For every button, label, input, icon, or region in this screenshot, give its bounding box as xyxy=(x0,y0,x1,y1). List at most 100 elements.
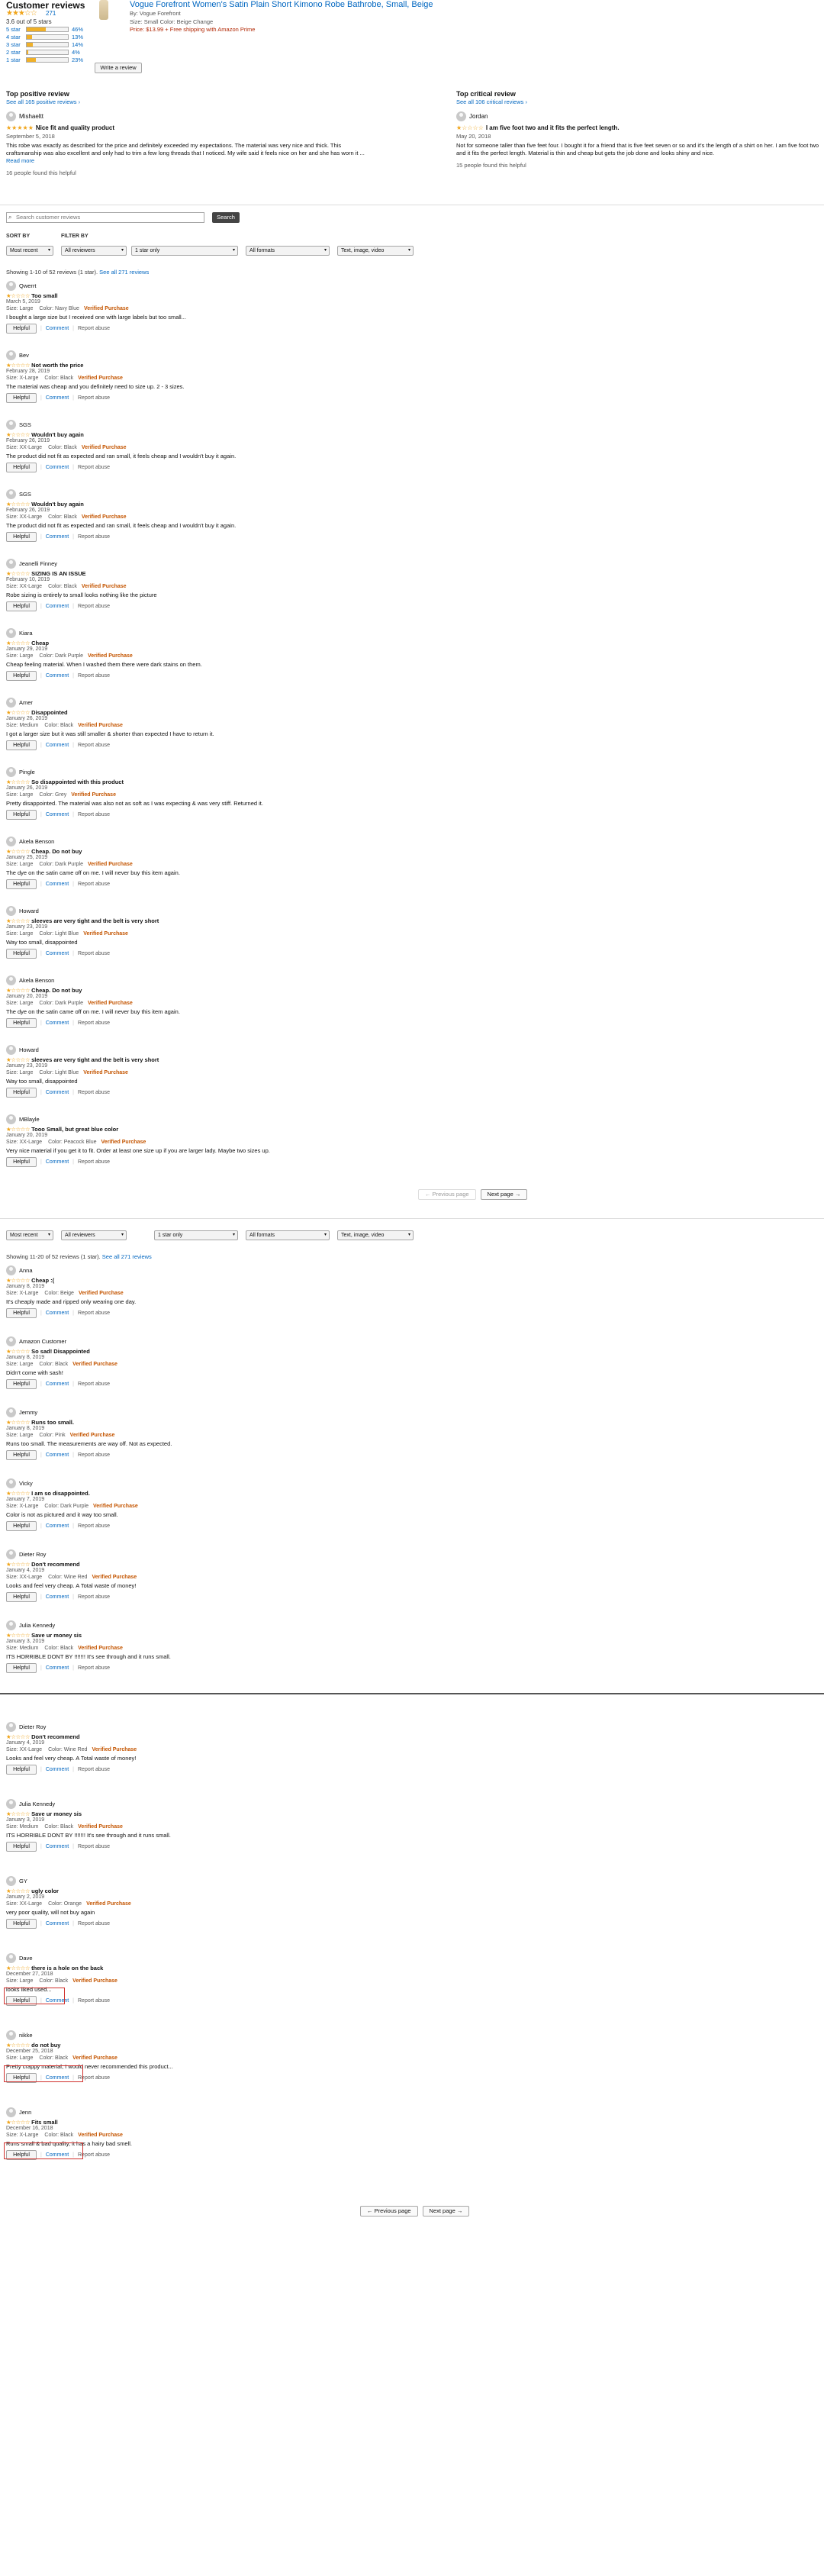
review-title[interactable]: SIZING IS AN ISSUE xyxy=(31,570,85,577)
report-abuse-link[interactable]: Report abuse xyxy=(78,465,110,470)
review-title[interactable]: Cheap xyxy=(31,640,49,646)
reviewer-name[interactable]: Julia Kennedy xyxy=(19,1622,55,1629)
report-abuse-link[interactable]: Report abuse xyxy=(78,1844,110,1849)
star-rating[interactable]: ★☆☆☆☆ xyxy=(6,1561,31,1568)
comment-link[interactable]: Comment xyxy=(46,1665,69,1671)
histogram-percent[interactable]: 13% xyxy=(72,34,89,40)
comment-link[interactable]: Comment xyxy=(46,673,69,679)
reviewer-name[interactable]: GY xyxy=(19,1878,27,1884)
review-title[interactable]: Not worth the price xyxy=(31,362,83,369)
report-abuse-link[interactable]: Report abuse xyxy=(78,1594,110,1600)
review-title[interactable]: Save ur money sis xyxy=(31,1632,82,1639)
total-rating-count[interactable]: 271 xyxy=(46,10,56,17)
star-rating[interactable]: ★☆☆☆☆ xyxy=(6,1733,31,1740)
reviewer-name[interactable]: Kiara xyxy=(19,630,33,637)
histogram-percent[interactable]: 23% xyxy=(72,56,89,63)
star-rating[interactable]: ★☆☆☆☆ xyxy=(6,570,31,577)
star-rating[interactable]: ★☆☆☆☆ xyxy=(6,2119,31,2126)
review-color[interactable]: Color: Wine Red xyxy=(48,1575,87,1580)
report-abuse-link[interactable]: Report abuse xyxy=(78,395,110,401)
star-rating[interactable]: ★☆☆☆☆ xyxy=(6,2042,31,2049)
review-title[interactable]: I am so disappointed. xyxy=(31,1490,90,1497)
reviewer-name[interactable]: Mishaeltt xyxy=(19,113,43,120)
review-size[interactable]: Size: X-Large xyxy=(6,1291,38,1296)
reviewer-name[interactable]: MBlayle xyxy=(19,1116,40,1123)
review-size[interactable]: Size: XX-Large xyxy=(6,1747,42,1752)
format-filter-dropdown[interactable]: All formats ▾ xyxy=(246,1230,330,1240)
comment-link[interactable]: Comment xyxy=(46,534,69,540)
histogram-row[interactable]: 4 star 13% xyxy=(6,34,89,40)
helpful-button[interactable]: Helpful xyxy=(6,1018,37,1028)
review-color[interactable]: Color: Pink xyxy=(39,1433,65,1438)
review-color[interactable]: Color: Dark Purple xyxy=(39,862,83,867)
sort-dropdown[interactable]: Most recent ▾ xyxy=(6,1230,53,1240)
star-rating[interactable]: ★☆☆☆☆ xyxy=(6,501,31,508)
review-size[interactable]: Size: Large xyxy=(6,1001,33,1006)
see-critical-reviews-link[interactable]: See all 106 critical reviews › xyxy=(456,98,822,105)
comment-link[interactable]: Comment xyxy=(46,395,69,401)
review-size[interactable]: Size: XX-Large xyxy=(6,514,42,520)
star-rating[interactable]: ★☆☆☆☆ xyxy=(6,1490,31,1497)
next-page-button[interactable]: Next page → xyxy=(480,1189,528,1200)
review-color[interactable]: Color: Peacock Blue xyxy=(48,1140,96,1145)
review-size[interactable]: Size: Large xyxy=(6,792,33,798)
reviewer-filter-dropdown[interactable]: All reviewers ▾ xyxy=(61,1230,127,1240)
next-page-button[interactable]: Next page → xyxy=(422,2206,470,2217)
review-color[interactable]: Color: Grey xyxy=(39,792,66,798)
helpful-button[interactable]: Helpful xyxy=(6,1088,37,1098)
write-review-button[interactable]: Write a review xyxy=(95,63,142,73)
comment-link[interactable]: Comment xyxy=(46,743,69,748)
report-abuse-link[interactable]: Report abuse xyxy=(78,1159,110,1165)
review-title[interactable]: Cheap. Do not buy xyxy=(31,848,82,855)
report-abuse-link[interactable]: Report abuse xyxy=(78,1921,110,1926)
reviewer-name[interactable]: Dieter Roy xyxy=(19,1723,46,1730)
histogram-row[interactable]: 1 star 23% xyxy=(6,56,89,63)
review-title[interactable]: sleeves are very tight and the belt is v… xyxy=(31,917,159,924)
review-title[interactable]: So sad! Disappointed xyxy=(31,1348,90,1355)
review-color[interactable]: Color: Light Blue xyxy=(39,1070,79,1075)
review-color[interactable]: Color: Light Blue xyxy=(39,931,79,937)
helpful-button[interactable]: Helpful xyxy=(6,1521,37,1531)
review-size[interactable]: Size: Large xyxy=(6,1978,33,1984)
report-abuse-link[interactable]: Report abuse xyxy=(78,326,110,331)
review-size[interactable]: Size: Large xyxy=(6,1433,33,1438)
reviewer-name[interactable]: Howard xyxy=(19,1046,39,1053)
helpful-button[interactable]: Helpful xyxy=(6,324,37,334)
review-size[interactable]: Size: XX-Large xyxy=(6,1140,42,1145)
reviewer-name[interactable]: Jordan xyxy=(469,113,488,120)
review-title[interactable]: Cheap :( xyxy=(31,1277,54,1284)
helpful-button[interactable]: Helpful xyxy=(6,1450,37,1460)
format-filter-dropdown[interactable]: All formats ▾ xyxy=(246,246,330,256)
report-abuse-link[interactable]: Report abuse xyxy=(78,1090,110,1095)
helpful-button[interactable]: Helpful xyxy=(6,1919,37,1929)
review-color[interactable]: Color: Black xyxy=(39,1978,68,1984)
comment-link[interactable]: Comment xyxy=(46,812,69,817)
report-abuse-link[interactable]: Report abuse xyxy=(78,743,110,748)
star-rating[interactable]: ★☆☆☆☆ xyxy=(6,917,31,924)
review-color[interactable]: Color: Wine Red xyxy=(48,1747,87,1752)
review-size[interactable]: Size: XX-Large xyxy=(6,584,42,589)
review-size[interactable]: Size: Medium xyxy=(6,723,38,728)
review-size[interactable]: Size: Large xyxy=(6,862,33,867)
review-title[interactable]: Cheap. Do not buy xyxy=(31,987,82,994)
review-size[interactable]: Size: XX-Large xyxy=(6,1901,42,1907)
star-rating[interactable]: ★☆☆☆☆ xyxy=(6,1632,31,1639)
histogram-percent[interactable]: 46% xyxy=(72,26,89,33)
review-size[interactable]: Size: Large xyxy=(6,2055,33,2061)
comment-link[interactable]: Comment xyxy=(46,1159,69,1165)
histogram-percent[interactable]: 14% xyxy=(72,41,89,48)
star-rating[interactable]: ★☆☆☆☆ xyxy=(6,1810,31,1817)
review-size[interactable]: Size: X-Large xyxy=(6,1504,38,1509)
star-rating[interactable]: ★☆☆☆☆ xyxy=(6,848,31,855)
reviewer-name[interactable]: Jemmy xyxy=(19,1409,37,1416)
report-abuse-link[interactable]: Report abuse xyxy=(78,1523,110,1529)
read-more-link[interactable]: Read more xyxy=(6,157,34,164)
star-rating[interactable]: ★☆☆☆☆ xyxy=(6,431,31,438)
helpful-button[interactable]: Helpful xyxy=(6,463,37,472)
report-abuse-link[interactable]: Report abuse xyxy=(78,1998,110,2004)
review-title[interactable]: Runs too small. xyxy=(31,1419,74,1426)
report-abuse-link[interactable]: Report abuse xyxy=(78,1767,110,1772)
reviewer-name[interactable]: SGS xyxy=(19,491,31,498)
comment-link[interactable]: Comment xyxy=(46,1090,69,1095)
helpful-button[interactable]: Helpful xyxy=(6,810,37,820)
